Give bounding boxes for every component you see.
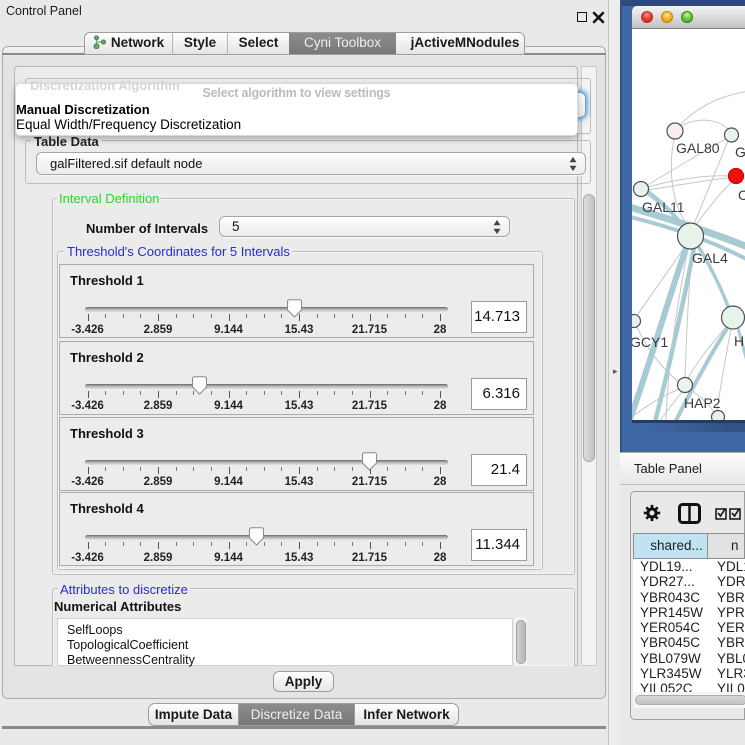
svg-text:HAP2: HAP2: [684, 395, 721, 411]
svg-text:GAL4: GAL4: [692, 250, 728, 266]
svg-text:GCY1: GCY1: [632, 334, 668, 350]
svg-text:C: C: [738, 187, 745, 203]
svg-text:GA: GA: [735, 144, 745, 160]
svg-text:GAL80: GAL80: [676, 140, 720, 156]
svg-text:H: H: [734, 333, 744, 349]
svg-text:GAL11: GAL11: [642, 199, 685, 215]
